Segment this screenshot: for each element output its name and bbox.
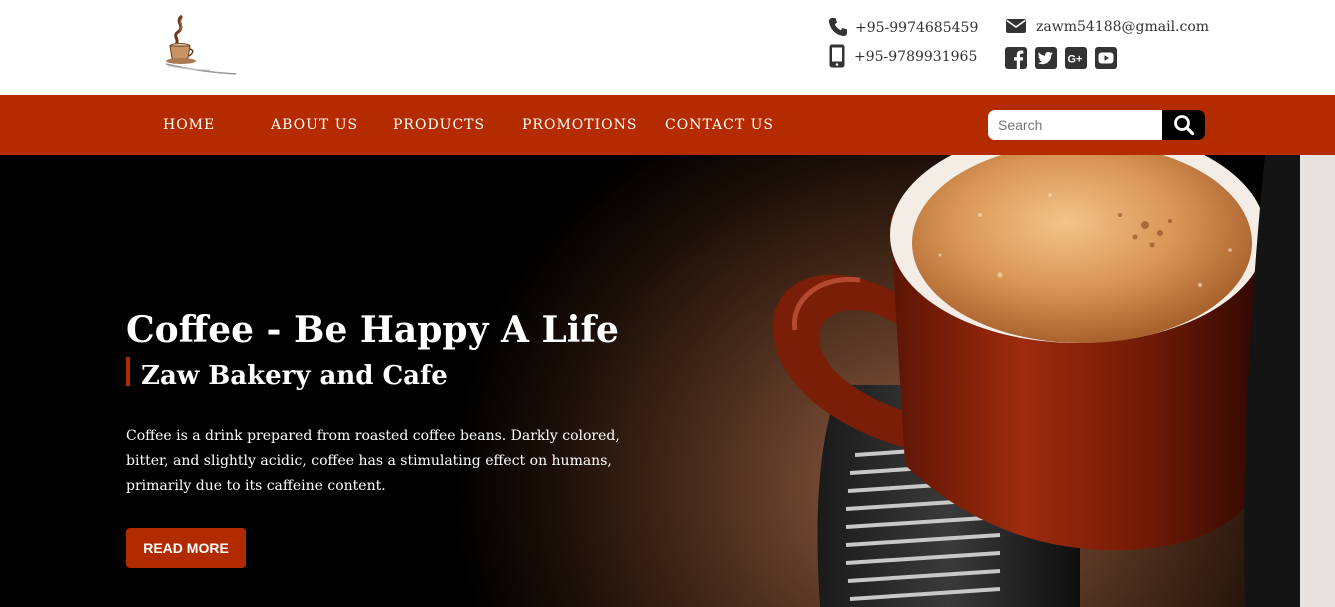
phone-icon <box>829 18 847 36</box>
svg-text:G+: G+ <box>1068 54 1083 66</box>
nav-about-us[interactable]: ABOUT US <box>271 95 358 155</box>
twitter-icon[interactable] <box>1035 47 1057 69</box>
youtube-icon[interactable] <box>1095 47 1117 69</box>
main-navigation: HOME ABOUT US PRODUCTS PROMOTIONS CONTAC… <box>0 95 1335 155</box>
search-button[interactable] <box>1162 110 1205 140</box>
mobile-phone-icon <box>829 44 845 68</box>
phone-number-1[interactable]: +95-9974685459 <box>855 20 978 36</box>
subtitle-accent-bar <box>126 357 130 386</box>
phone-number-2[interactable]: +95-9789931965 <box>854 49 977 65</box>
coffee-cup-logo-icon[interactable] <box>160 14 240 78</box>
search-input[interactable] <box>988 110 1162 140</box>
nav-promotions[interactable]: PROMOTIONS <box>522 95 637 155</box>
phone-contact-2: +95-9789931965 <box>828 44 988 68</box>
nav-products[interactable]: PRODUCTS <box>393 95 485 155</box>
hero-description: Coffee is a drink prepared from roasted … <box>126 428 620 494</box>
google-plus-icon[interactable]: G+ <box>1065 47 1087 69</box>
phone-contact-1: +95-9974685459 <box>828 17 988 39</box>
hero-subtitle: Zaw Bakery and Cafe <box>141 361 448 391</box>
facebook-icon[interactable] <box>1005 47 1027 69</box>
envelope-icon <box>1006 19 1026 33</box>
hero-banner: Coffee - Be Happy A Life Zaw Bakery and … <box>0 155 1335 607</box>
email-contact: zawm54188@gmail.com <box>1005 17 1215 39</box>
nav-home[interactable]: HOME <box>163 95 215 155</box>
search-icon <box>1173 115 1194 136</box>
email-address[interactable]: zawm54188@gmail.com <box>1036 19 1209 35</box>
hero-title: Coffee - Be Happy A Life <box>126 309 619 351</box>
search-form <box>988 110 1205 140</box>
nav-contact-us[interactable]: CONTACT US <box>665 95 774 155</box>
social-links: G+ <box>1005 47 1117 69</box>
site-header: +95-9974685459 +95-9789931965 zawm54188@… <box>0 0 1335 95</box>
read-more-button[interactable]: READ MORE <box>126 528 246 568</box>
